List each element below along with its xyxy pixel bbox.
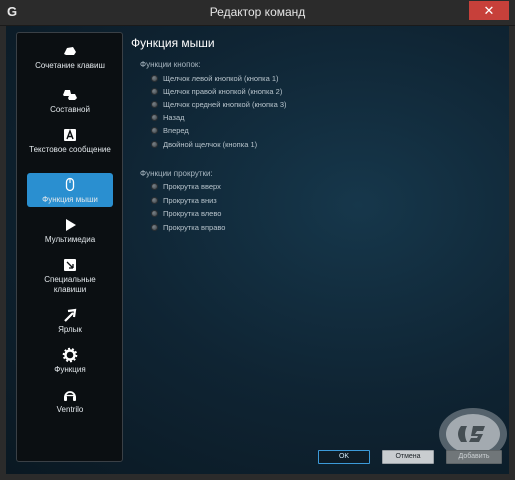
radio-option-label: Прокрутка влево <box>163 209 222 218</box>
multikey-icon <box>63 90 77 100</box>
scroll-functions-heading: Функции прокрутки: <box>140 169 213 178</box>
button-functions-heading: Функции кнопок: <box>140 60 201 69</box>
keystroke-icon <box>64 47 76 55</box>
media-play-icon <box>66 219 76 231</box>
radio-option[interactable]: Двойной щелчок (кнопка 1) <box>151 140 257 151</box>
sidebar-item-label: Функция мыши <box>42 195 98 204</box>
shortcut-arrow-icon <box>64 308 77 322</box>
radio-option[interactable]: Щелчок левой кнопкой (кнопка 1) <box>151 74 279 85</box>
sidebar-item-label: Составной <box>50 105 90 114</box>
radio-option-label: Двойной щелчок (кнопка 1) <box>163 140 258 149</box>
hotkey-icon <box>64 259 76 271</box>
radio-button[interactable] <box>151 140 158 148</box>
radio-button[interactable] <box>151 100 158 108</box>
window-title: Редактор команд <box>209 5 306 19</box>
radio-button[interactable] <box>151 196 158 204</box>
sidebar-item-label: Текстовое сообщение <box>29 145 111 154</box>
radio-button[interactable] <box>151 113 158 121</box>
radio-button[interactable] <box>151 209 158 217</box>
radio-option-label: Щелчок средней кнопкой (кнопка 3) <box>163 100 287 109</box>
radio-option-label: Прокрутка вправо <box>163 223 226 232</box>
page-title: Функция мыши <box>131 36 215 50</box>
mouse-icon <box>65 177 75 192</box>
sidebar-item-shortcut[interactable]: Ярлык <box>27 307 113 337</box>
radio-option-label: Щелчок левой кнопкой (кнопка 1) <box>163 74 279 83</box>
sidebar-item-ventrilo[interactable]: Ventrilo <box>27 387 113 417</box>
sidebar-item-label: Специальные клавиши <box>44 275 96 294</box>
sidebar-item-hotkey[interactable]: Специальные клавиши <box>27 257 113 297</box>
sidebar-item-media[interactable]: Мультимедиа <box>27 217 113 247</box>
radio-option[interactable]: Назад <box>151 113 185 124</box>
radio-button[interactable] <box>151 126 158 134</box>
radio-button[interactable] <box>151 87 158 95</box>
radio-option-label: Прокрутка вверх <box>163 182 221 191</box>
radio-button[interactable] <box>151 74 158 82</box>
radio-option-label: Назад <box>163 113 185 122</box>
radio-option[interactable]: Прокрутка влево <box>151 209 221 220</box>
add-button[interactable]: Добавить <box>446 450 502 464</box>
sidebar-item-text-block[interactable]: Текстовое сообщение <box>27 127 113 165</box>
sidebar-item-label: Сочетание клавиш <box>35 61 105 70</box>
sidebar-item-multikey[interactable]: Составной <box>27 87 113 117</box>
cancel-button[interactable]: Отмена <box>382 450 434 464</box>
radio-option-label: Вперед <box>163 126 189 135</box>
sidebar-item-function[interactable]: Функция <box>27 347 113 377</box>
radio-option-label: Щелчок правой кнопкой (кнопка 2) <box>163 87 283 96</box>
sidebar-item-label: Ventrilo <box>56 405 84 414</box>
radio-option[interactable]: Щелчок средней кнопкой (кнопка 3) <box>151 100 287 111</box>
radio-option[interactable]: Прокрутка вниз <box>151 196 217 207</box>
radio-button[interactable] <box>151 223 158 231</box>
radio-option[interactable]: Вперед <box>151 126 189 137</box>
headset-icon <box>64 391 76 401</box>
close-button[interactable]: ✕ <box>469 1 509 20</box>
radio-button[interactable] <box>151 182 158 190</box>
radio-option[interactable]: Щелчок правой кнопкой (кнопка 2) <box>151 87 282 98</box>
sidebar-item-label: Ярлык <box>58 325 82 334</box>
ok-button[interactable]: OK <box>318 450 370 464</box>
text-block-icon <box>64 129 76 141</box>
radio-option-label: Прокрутка вниз <box>163 196 217 205</box>
sidebar-item-label: Функция <box>54 365 86 374</box>
command-type-sidebar: Сочетание клавиш Составной Текстовое соо… <box>16 32 123 462</box>
sidebar-item-keystroke[interactable]: Сочетание клавиш <box>27 43 113 79</box>
title-bar: G Редактор команд ✕ <box>0 0 515 26</box>
radio-option[interactable]: Прокрутка вправо <box>151 223 225 234</box>
sidebar-item-label: Мультимедиа <box>44 235 96 244</box>
radio-option[interactable]: Прокрутка вверх <box>151 182 221 193</box>
gear-icon <box>62 347 78 363</box>
sidebar-item-mouse-function[interactable]: Функция мыши <box>27 173 113 207</box>
